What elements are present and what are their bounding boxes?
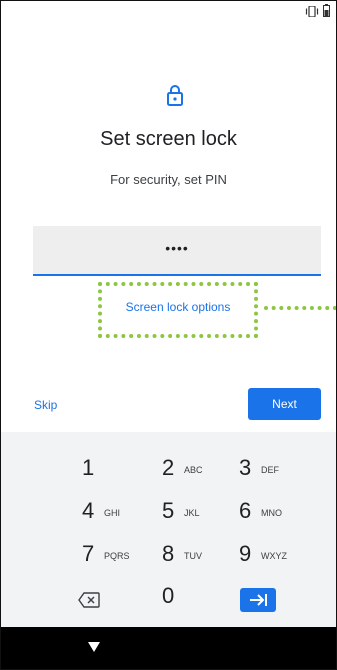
key-letters: WXYZ <box>261 551 287 561</box>
screen-lock-options-link[interactable]: Screen lock options <box>98 300 258 314</box>
navigation-bar <box>0 627 337 670</box>
key-digit: 3 <box>239 455 252 480</box>
key-digit: 2 <box>162 455 175 480</box>
key-digit: 9 <box>239 541 252 566</box>
key-digit: 6 <box>239 498 252 523</box>
key-7[interactable]: 7 PQRS <box>82 541 172 577</box>
key-3[interactable]: 3 DEF <box>239 455 329 491</box>
tab-key[interactable] <box>240 588 276 612</box>
key-letters: DEF <box>261 465 279 475</box>
highlight-leader-line <box>264 306 337 310</box>
key-digit: 1 <box>82 455 95 480</box>
pin-masked-value: •••• <box>165 240 189 256</box>
key-letters: TUV <box>184 551 202 561</box>
vibrate-icon <box>305 6 319 17</box>
backspace-icon[interactable] <box>78 592 100 608</box>
next-button[interactable]: Next <box>248 388 321 420</box>
key-6[interactable]: 6 MNO <box>239 498 329 534</box>
page-subtitle: For security, set PIN <box>110 172 227 187</box>
key-letters: GHI <box>104 508 121 518</box>
key-digit: 7 <box>82 541 95 566</box>
key-letters: ABC <box>184 465 203 475</box>
key-0[interactable]: 0 <box>162 583 174 609</box>
tab-arrow-icon <box>250 594 267 606</box>
key-digit: 8 <box>162 541 175 566</box>
key-letters: MNO <box>261 508 282 518</box>
back-triangle-icon[interactable] <box>88 641 100 653</box>
key-digit: 4 <box>82 498 95 523</box>
skip-button[interactable]: Skip <box>34 398 57 412</box>
key-4[interactable]: 4 GHI <box>82 498 172 534</box>
key-9[interactable]: 9 WXYZ <box>239 541 329 577</box>
pin-input[interactable]: •••• <box>33 226 321 276</box>
key-letters: JKL <box>184 508 200 518</box>
battery-icon <box>323 4 330 17</box>
status-bar <box>0 0 337 22</box>
key-digit: 5 <box>162 498 175 523</box>
page-title: Set screen lock <box>100 128 237 150</box>
key-letters: PQRS <box>104 551 130 561</box>
screen: Set screen lock For security, set PIN ••… <box>0 0 337 670</box>
key-1[interactable]: 1 <box>82 455 172 491</box>
lock-icon <box>167 85 183 106</box>
numeric-keypad: 1 2 ABC 3 DEF 4 GHI 5 JKL 6 MNO 7 PQRS 8 <box>0 432 337 627</box>
